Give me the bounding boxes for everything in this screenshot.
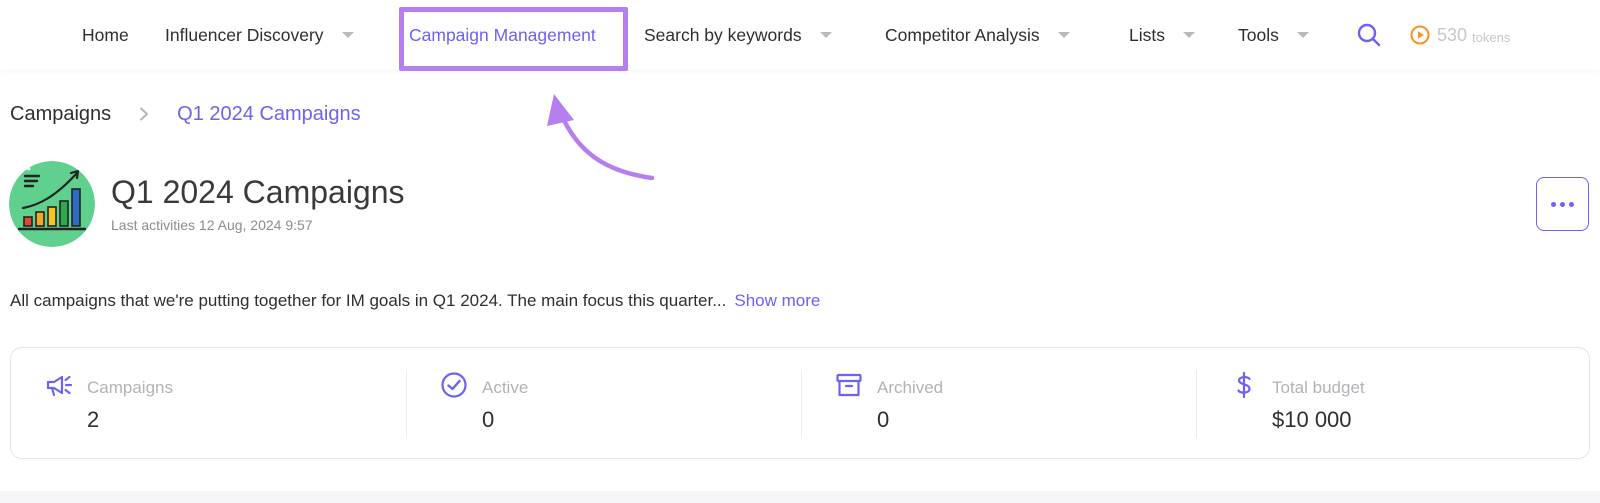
nav-item-label: Search by keywords <box>644 24 802 45</box>
token-balance[interactable]: 530 tokens <box>1410 22 1510 48</box>
caret-down-icon <box>1182 32 1195 38</box>
stat-value: 2 <box>87 407 100 432</box>
caret-down-icon <box>1296 32 1309 38</box>
nav-item-label: Influencer Discovery <box>165 24 324 45</box>
stat-value: 0 <box>482 407 495 432</box>
show-more-link[interactable]: Show more <box>734 291 820 310</box>
stat-label: Archived <box>877 378 944 397</box>
last-activity: Last activities 12 Aug, 2024 9:57 <box>111 217 313 233</box>
campaign-description: All campaigns that we're putting togethe… <box>10 291 820 311</box>
stat-label: Campaigns <box>87 378 173 397</box>
nav-item-campaign-management[interactable]: Campaign Management <box>409 0 596 70</box>
token-count: 530 <box>1437 24 1468 45</box>
more-dots-icon <box>1549 201 1576 207</box>
stats-card: Campaigns 2 Active 0 Archived 0 Total bu… <box>10 347 1590 459</box>
check-circle-icon <box>441 372 467 398</box>
page-bottom-strip <box>0 491 1600 503</box>
stat-campaigns: Campaigns 2 <box>11 348 406 460</box>
stat-value: $10 000 <box>1272 407 1352 432</box>
stat-archived: Archived 0 <box>801 348 1196 460</box>
search-button[interactable] <box>1356 22 1382 48</box>
stat-total-budget: Total budget $10 000 <box>1196 348 1591 460</box>
nav-item-influencer-discovery[interactable]: Influencer Discovery <box>165 0 354 70</box>
nav-item-label: Lists <box>1129 24 1165 45</box>
megaphone-icon <box>46 375 73 397</box>
nav-item-label: Home <box>82 24 129 45</box>
play-circle-icon <box>1410 25 1430 45</box>
nav-item-competitor-analysis[interactable]: Competitor Analysis <box>885 0 1070 70</box>
growth-chart-icon <box>9 161 95 247</box>
breadcrumb-item-current: Q1 2024 Campaigns <box>177 102 361 125</box>
nav-item-tools[interactable]: Tools <box>1238 0 1309 70</box>
description-text: All campaigns that we're putting togethe… <box>10 291 727 310</box>
nav-item-home[interactable]: Home <box>82 0 129 70</box>
top-navigation: Home Influencer Discovery Campaign Manag… <box>0 0 1600 71</box>
nav-item-label: Tools <box>1238 24 1279 45</box>
dollar-icon <box>1237 371 1251 399</box>
stat-label: Active <box>482 378 529 397</box>
search-icon <box>1357 23 1381 47</box>
chevron-right-icon <box>137 107 151 121</box>
archive-box-icon <box>836 373 862 397</box>
more-options-button[interactable] <box>1536 177 1589 231</box>
breadcrumb: Campaigns Q1 2024 Campaigns <box>10 100 361 128</box>
nav-item-lists[interactable]: Lists <box>1129 0 1195 70</box>
nav-item-search-by-keywords[interactable]: Search by keywords <box>644 0 832 70</box>
nav-item-label: Competitor Analysis <box>885 24 1040 45</box>
token-unit: tokens <box>1472 30 1511 45</box>
caret-down-icon <box>819 32 832 38</box>
page-title: Q1 2024 Campaigns <box>111 174 405 210</box>
campaign-avatar <box>9 161 95 247</box>
stat-value: 0 <box>877 407 890 432</box>
nav-item-label: Campaign Management <box>409 24 596 45</box>
annotation-arrow <box>547 94 655 181</box>
caret-down-icon <box>1057 32 1070 38</box>
caret-down-icon <box>341 32 354 38</box>
stat-active: Active 0 <box>406 348 801 460</box>
breadcrumb-item-campaigns[interactable]: Campaigns <box>10 103 111 126</box>
stat-label: Total budget <box>1272 378 1365 397</box>
